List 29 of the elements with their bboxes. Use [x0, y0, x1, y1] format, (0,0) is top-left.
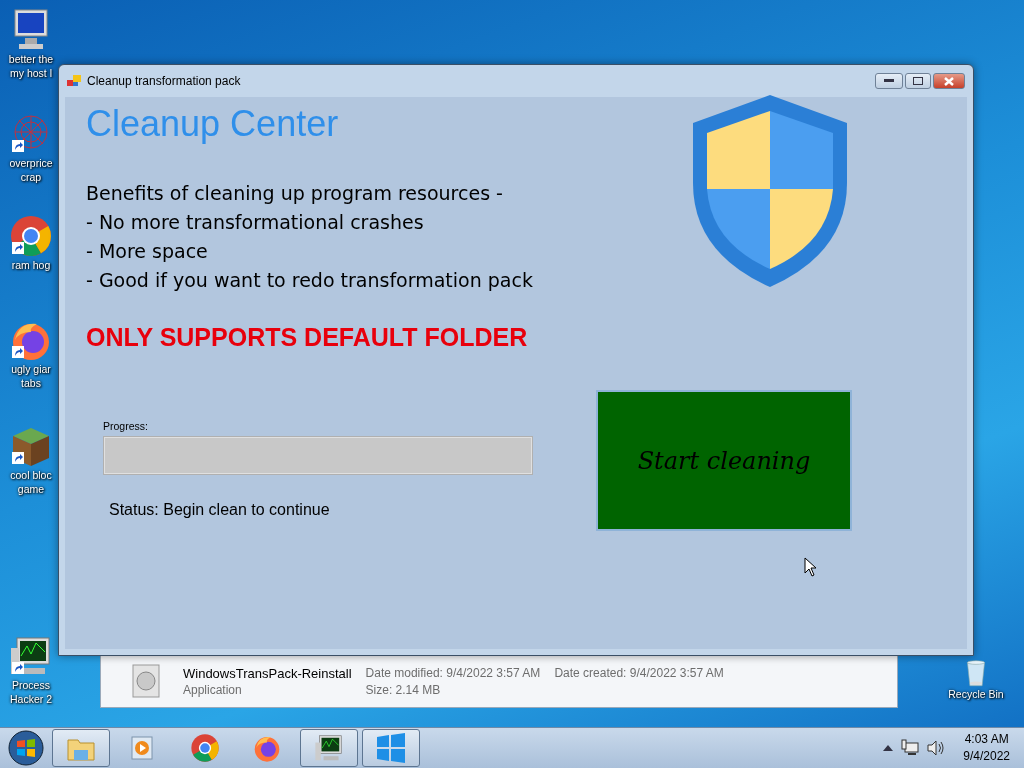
warning-text: ONLY SUPPORTS DEFAULT FOLDER — [86, 323, 529, 352]
desktop-icon-label[interactable]: overprice — [9, 156, 53, 170]
status-text: Status: Begin clean to continue — [109, 501, 331, 519]
desktop-icon-label[interactable]: Process — [12, 678, 50, 692]
heading: Cleanup Center — [86, 103, 340, 145]
file-name: WindowsTransPack-Reinstall — [183, 665, 352, 681]
benefit-text: - More space — [86, 239, 209, 264]
desktop-icon-label[interactable]: better the — [8, 52, 54, 66]
desktop-icon-label[interactable]: cool bloc — [10, 468, 52, 482]
progress-label: Progress: — [103, 420, 149, 432]
benefit-text: - Good if you want to redo transformation pack — [86, 268, 533, 293]
detail-field: Date created: 9/4/2022 3:57 AM — [554, 665, 724, 681]
benefit-text: Benefits of cleaning up program resources - — [86, 181, 504, 206]
desktop-icon-label[interactable]: ram hog — [11, 258, 51, 272]
detail-field: Size: 2.14 MB — [365, 682, 541, 697]
desktop-icon-label[interactable]: tabs — [21, 376, 41, 390]
window-title: Cleanup transformation pack — [87, 74, 241, 88]
benefit-text: - No more transformational crashes — [86, 210, 425, 235]
clock-date[interactable]: 9/4/2022 — [963, 748, 1010, 765]
desktop-icon-label[interactable]: crap — [20, 170, 42, 184]
clock-time[interactable]: 4:03 AM — [964, 731, 1009, 748]
desktop-icon-label[interactable]: my host l — [10, 66, 52, 80]
file-type: Application — [183, 682, 243, 697]
detail-field: Date modified: 9/4/2022 3:57 AM — [365, 665, 541, 681]
desktop-icon-label[interactable]: game — [17, 482, 45, 496]
desktop-icon-label[interactable]: Recycle Bin — [948, 687, 1004, 701]
desktop-icon-label[interactable]: Hacker 2 — [10, 692, 52, 706]
start-cleaning-button[interactable]: Start cleaning — [596, 390, 852, 531]
desktop-icon-label[interactable]: ugly giar — [11, 362, 51, 376]
